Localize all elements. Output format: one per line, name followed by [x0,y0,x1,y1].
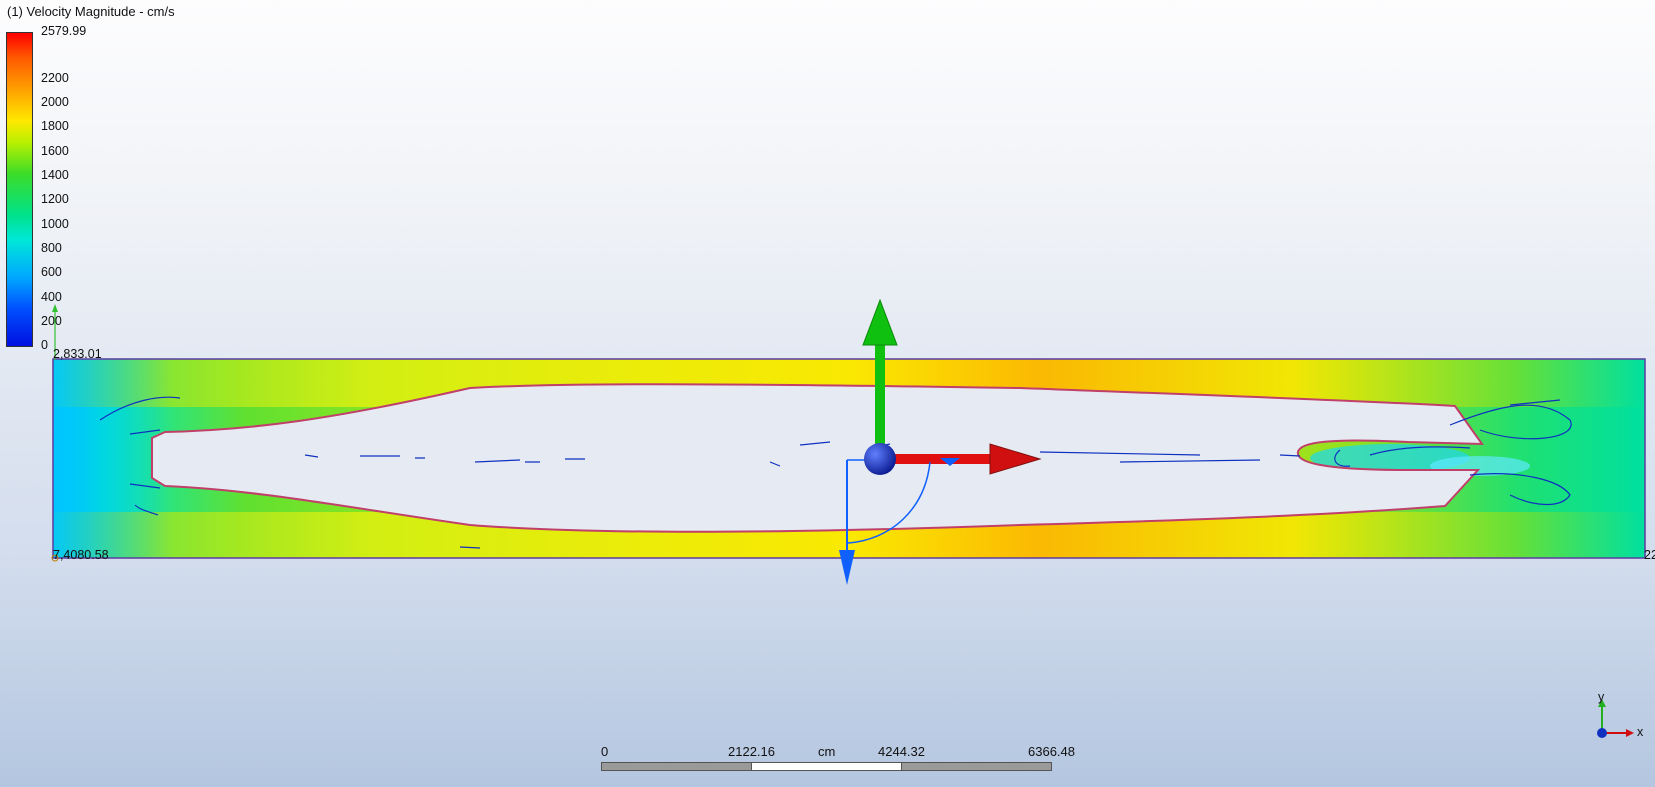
scale-segment [901,762,1052,771]
simulation-viewport[interactable] [0,0,1655,787]
triad-x-label: x [1637,725,1644,739]
scale-label: 2122.16 [728,744,775,759]
scale-label: 4244.32 [878,744,925,759]
bottom-left-coordinate: 7,4080.58 [53,548,109,562]
scale-bar: 0 2122.16 cm 4244.32 6366.48 [601,744,1075,774]
orientation-triad[interactable]: y x [1584,690,1644,743]
right-edge-label: 22 [1644,548,1655,562]
scale-label: 0 [601,744,609,759]
top-left-coordinate: 2,833.01 [53,347,102,361]
scale-label: 6366.48 [1028,744,1075,759]
scale-segment [601,762,752,771]
scale-segment [751,762,902,771]
origin-sphere [864,443,896,475]
scale-unit-label: cm [818,744,836,759]
triad-y-label: y [1598,690,1605,704]
